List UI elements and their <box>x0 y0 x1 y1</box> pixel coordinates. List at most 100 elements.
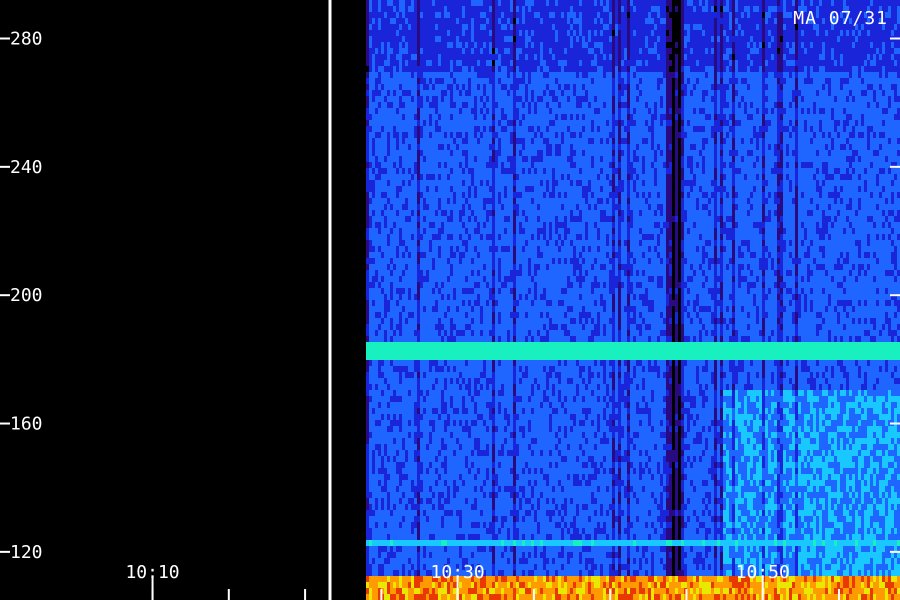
heatmap-cell <box>471 486 474 492</box>
heatmap-cell <box>483 384 486 390</box>
heatmap-cell <box>447 162 450 168</box>
heatmap-cell <box>432 120 435 126</box>
heatmap-cell <box>384 570 387 576</box>
heatmap-cell <box>507 174 510 180</box>
heatmap-cell <box>444 150 447 156</box>
heatmap-cell <box>504 30 507 36</box>
heatmap-cell <box>441 552 444 558</box>
heatmap-cell <box>423 390 426 396</box>
heatmap-cell <box>399 486 402 492</box>
heatmap-cell <box>420 30 423 36</box>
heatmap-cell <box>387 324 390 330</box>
heatmap-cell <box>513 564 516 570</box>
heatmap-cell <box>414 216 417 222</box>
heatmap-cell <box>444 252 447 258</box>
heatmap-cell <box>477 54 480 60</box>
heatmap-cell <box>375 312 378 318</box>
heatmap-cell <box>438 342 441 348</box>
heatmap-cell <box>405 48 408 54</box>
heatmap-cell <box>504 258 507 264</box>
heatmap-cell <box>513 138 516 144</box>
heatmap-cell <box>375 222 378 228</box>
heatmap-cell <box>468 492 471 498</box>
heatmap-cell <box>441 240 444 246</box>
heatmap-cell <box>417 294 420 300</box>
heatmap-cell <box>381 276 384 282</box>
heatmap-cell <box>495 414 498 420</box>
heatmap-cell <box>486 240 489 246</box>
heatmap-cell <box>390 162 393 168</box>
heatmap-cell <box>453 510 456 516</box>
heatmap-cell <box>504 246 507 252</box>
heatmap-cell <box>474 492 477 498</box>
heatmap-cell <box>438 6 441 12</box>
heatmap-cell <box>438 408 441 414</box>
heatmap-cell <box>477 444 480 450</box>
heatmap-cell <box>477 192 480 198</box>
heatmap-cell <box>429 144 432 150</box>
heatmap-cell <box>393 108 396 114</box>
heatmap-cell <box>405 510 408 516</box>
heatmap-cell <box>456 192 459 198</box>
heatmap-cell <box>438 318 441 324</box>
heatmap-cell <box>390 222 393 228</box>
heatmap-cell <box>402 504 405 510</box>
heatmap-cell <box>492 192 495 198</box>
heatmap-cell <box>414 96 417 102</box>
heatmap-cell <box>465 486 468 492</box>
heatmap-cell <box>480 246 483 252</box>
heatmap-cell <box>366 72 369 78</box>
heatmap-cell <box>498 444 501 450</box>
heatmap-cell <box>450 378 453 384</box>
heatmap-cell <box>444 6 447 12</box>
heatmap-cell <box>513 462 516 468</box>
heatmap-cell <box>435 162 438 168</box>
heatmap-cell <box>456 384 459 390</box>
heatmap-cell <box>393 240 396 246</box>
heatmap-cell <box>459 0 462 6</box>
heatmap-cell <box>462 78 465 84</box>
heatmap-cell <box>438 222 441 228</box>
heatmap-cell <box>495 354 498 360</box>
heatmap-cell <box>375 354 378 360</box>
heatmap-cell <box>477 12 480 18</box>
heatmap-cell <box>459 384 462 390</box>
heatmap-cell <box>405 312 408 318</box>
heatmap-cell <box>429 282 432 288</box>
heatmap-cell <box>492 6 495 12</box>
heatmap-cell <box>492 126 495 132</box>
heatmap-cell <box>447 246 450 252</box>
heatmap-cell <box>438 510 441 516</box>
heatmap-cell <box>429 336 432 342</box>
heatmap-cell <box>444 438 447 444</box>
heatmap-cell <box>378 180 381 186</box>
heatmap-cell <box>471 324 474 330</box>
heatmap-cell <box>456 12 459 18</box>
heatmap-cell <box>471 594 474 600</box>
heatmap-cell <box>483 156 486 162</box>
heatmap-cell <box>492 138 495 144</box>
heatmap-cell <box>468 192 471 198</box>
heatmap-cell <box>414 108 417 114</box>
heatmap-cell <box>456 186 459 192</box>
heatmap-cell <box>486 222 489 228</box>
heatmap-cell <box>372 456 375 462</box>
heatmap-cell <box>453 54 456 60</box>
heatmap-cell <box>501 570 504 576</box>
heatmap-cell <box>453 306 456 312</box>
heatmap-cell <box>420 6 423 12</box>
heatmap-cell <box>372 90 375 96</box>
heatmap-cell <box>402 288 405 294</box>
heatmap-cell <box>507 24 510 30</box>
heatmap-cell <box>387 486 390 492</box>
heatmap-cell <box>366 228 369 234</box>
heatmap-cell <box>450 396 453 402</box>
heatmap-cell <box>429 438 432 444</box>
heatmap-cell <box>450 456 453 462</box>
heatmap-cell <box>459 48 462 54</box>
heatmap-cell <box>468 486 471 492</box>
heatmap-cell <box>510 594 513 600</box>
heatmap-cell <box>405 270 408 276</box>
heatmap-cell <box>477 72 480 78</box>
heatmap-cell <box>441 438 444 444</box>
